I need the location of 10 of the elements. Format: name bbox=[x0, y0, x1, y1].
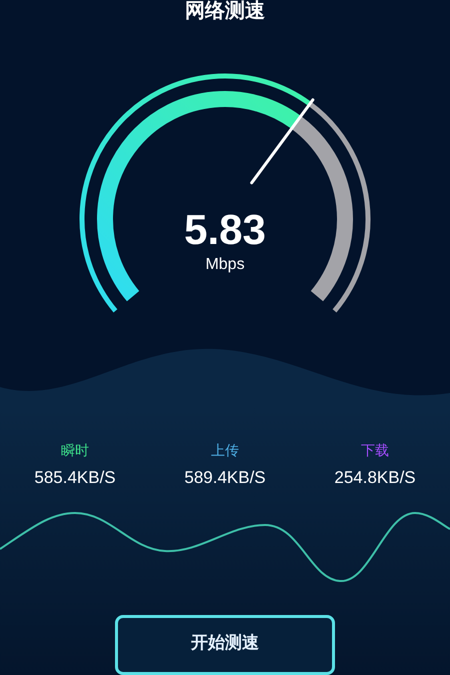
stat-value: 589.4KB/S bbox=[184, 467, 266, 489]
stat-label: 瞬时 bbox=[61, 441, 89, 459]
speed-unit: Mbps bbox=[205, 255, 245, 275]
stat-value: 254.8KB/S bbox=[334, 467, 416, 489]
stat-value: 585.4KB/S bbox=[34, 467, 116, 489]
stat-label: 上传 bbox=[211, 441, 239, 459]
stat-label: 下载 bbox=[361, 441, 389, 459]
start-test-button[interactable]: 开始测速 bbox=[115, 615, 335, 675]
speed-value: 5.83 bbox=[184, 207, 266, 253]
page-title: 网络测速 bbox=[185, 0, 265, 22]
